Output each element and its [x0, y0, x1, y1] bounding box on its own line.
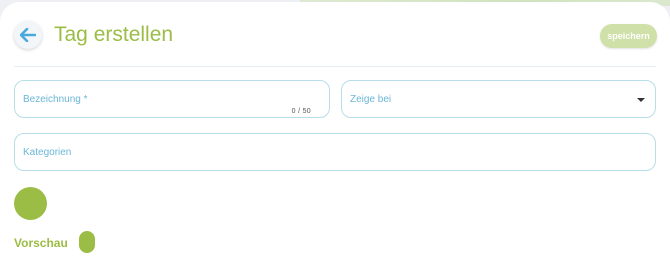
show-at-select[interactable]: Zeige bei [341, 80, 656, 118]
color-picker-swatch[interactable] [14, 187, 47, 220]
caret-down-icon [637, 98, 645, 102]
name-field-label: Bezeichnung * [23, 94, 88, 105]
categories-field[interactable]: Kategorien [14, 133, 656, 171]
header-divider [14, 66, 656, 67]
categories-field-label: Kategorien [23, 147, 72, 158]
preview-label: Vorschau [14, 236, 68, 250]
page-title: Tag erstellen [54, 23, 174, 46]
save-button[interactable]: speichern [600, 24, 657, 48]
show-at-select-label: Zeige bei [350, 94, 392, 105]
name-char-counter: 0 / 50 [291, 108, 311, 115]
arrow-left-icon [20, 28, 36, 42]
dialog-header: Tag erstellen speichern [0, 2, 670, 66]
tag-preview-pill [79, 231, 95, 253]
create-tag-dialog: Tag erstellen speichern Bezeichnung * 0 … [0, 2, 670, 272]
back-button[interactable] [14, 21, 42, 49]
name-field[interactable]: Bezeichnung * 0 / 50 [14, 80, 330, 118]
